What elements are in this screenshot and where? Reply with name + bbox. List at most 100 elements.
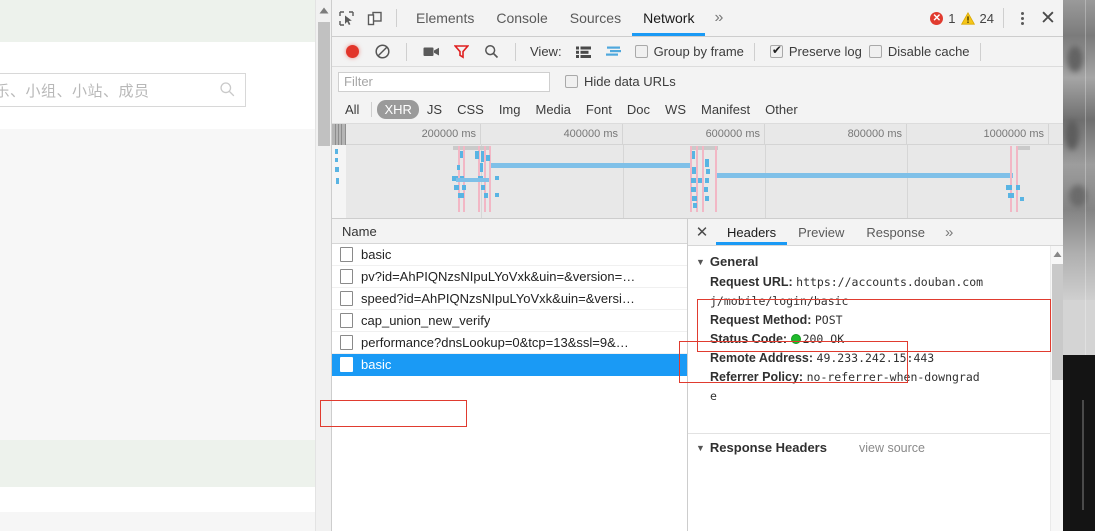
details-tabbar: ✕ Headers Preview Response » xyxy=(688,219,1063,246)
type-filter-font[interactable]: Font xyxy=(579,100,619,119)
request-url-key: Request URL: xyxy=(710,275,793,289)
type-filter-all[interactable]: All xyxy=(338,100,366,119)
request-url-value-line2: j/mobile/login/basic xyxy=(710,294,849,308)
capture-screenshots-icon[interactable] xyxy=(417,38,445,66)
checkbox-box xyxy=(769,43,783,58)
type-filter-js[interactable]: JS xyxy=(420,100,449,119)
inspect-element-icon[interactable] xyxy=(332,4,360,32)
tab-elements[interactable]: Elements xyxy=(405,0,485,36)
type-divider xyxy=(371,102,373,117)
hide-data-urls-checkbox[interactable]: Hide data URLs xyxy=(565,74,676,89)
browser-vertical-scrollbar[interactable] xyxy=(315,0,331,531)
overview-tick-3: 600000 ms xyxy=(623,124,765,145)
checkbox-box xyxy=(634,45,648,58)
remote-address-value: 49.233.242.15:443 xyxy=(816,351,935,365)
column-header-name[interactable]: Name xyxy=(332,219,687,244)
details-scrollbar[interactable] xyxy=(1050,246,1063,531)
request-url-row: Request URL: https://accounts.douban.com xyxy=(688,273,1063,292)
search-icon[interactable] xyxy=(477,38,505,66)
remote-address-key: Remote Address: xyxy=(710,351,814,365)
overview-ruler: 200000 ms 400000 ms 600000 ms 800000 ms … xyxy=(332,124,1063,145)
hide-data-urls-label: Hide data URLs xyxy=(584,74,676,89)
tab-console[interactable]: Console xyxy=(485,0,558,36)
request-name: performance?dnsLookup=0&tcp=13&ssl=9&… xyxy=(361,335,629,350)
device-toolbar-icon[interactable] xyxy=(360,4,388,32)
type-filter-ws[interactable]: WS xyxy=(658,100,693,119)
type-filter-media[interactable]: Media xyxy=(528,100,577,119)
clear-icon[interactable] xyxy=(368,38,396,66)
type-filter-manifest[interactable]: Manifest xyxy=(694,100,757,119)
warning-count: 24 xyxy=(979,10,994,26)
tab-network[interactable]: Network xyxy=(632,0,706,36)
referrer-policy-row-wrap: e xyxy=(688,387,1063,406)
request-row-4[interactable]: cap_union_new_verify xyxy=(332,310,687,332)
view-source-link[interactable]: view source xyxy=(859,441,925,455)
filter-icon[interactable] xyxy=(447,38,475,66)
close-devtools-icon[interactable]: ✕ xyxy=(1033,7,1063,30)
request-row-2[interactable]: pv?id=AhPIQNzsNIpuLYoVxk&uin=&version=… xyxy=(332,266,687,288)
request-name: pv?id=AhPIQNzsNIpuLYoVxk&uin=&version=… xyxy=(361,269,636,284)
list-view-icon[interactable] xyxy=(570,38,598,66)
scrollbar-thumb[interactable] xyxy=(318,22,330,146)
overview-left-handle[interactable] xyxy=(332,124,346,145)
filter-row: Hide data URLs xyxy=(332,67,1063,96)
page-body xyxy=(0,129,316,447)
tab-response[interactable]: Response xyxy=(855,219,936,245)
more-options-icon[interactable] xyxy=(1011,11,1033,25)
referrer-policy-key: Referrer Policy: xyxy=(710,370,804,384)
preserve-log-label: Preserve log xyxy=(788,44,862,59)
waterfall-view-icon[interactable] xyxy=(600,38,628,66)
checkbox-box xyxy=(868,45,882,58)
site-search-placeholder: 影、音乐、小组、小站、成员 xyxy=(0,83,150,100)
search-icon[interactable] xyxy=(219,81,236,98)
toolbar-divider-5 xyxy=(979,42,981,61)
request-row-6-selected[interactable]: basic xyxy=(332,354,687,376)
type-filter-doc[interactable]: Doc xyxy=(620,100,657,119)
more-tabs-icon[interactable]: » xyxy=(705,9,732,27)
tab-preview[interactable]: Preview xyxy=(787,219,855,245)
group-by-frame-checkbox[interactable]: Group by frame xyxy=(634,44,744,59)
issue-counters[interactable]: ✕ 1 24 xyxy=(930,11,996,26)
filter-input[interactable] xyxy=(338,71,550,92)
request-method-value: POST xyxy=(814,313,843,327)
general-section-header[interactable]: ▼ General xyxy=(688,252,1063,273)
request-method-key: Request Method: xyxy=(710,313,812,327)
overview-tick-1: 200000 ms xyxy=(346,124,481,145)
background-photo-strip xyxy=(1063,0,1095,531)
more-details-tabs-icon[interactable]: » xyxy=(936,224,962,241)
tab-sources[interactable]: Sources xyxy=(559,0,632,36)
type-filter-xhr[interactable]: XHR xyxy=(377,100,419,119)
page-top-green-bar xyxy=(0,0,316,42)
overview-canvas[interactable] xyxy=(332,145,1063,218)
network-overview-timeline[interactable]: 200000 ms 400000 ms 600000 ms 800000 ms … xyxy=(332,124,1063,219)
document-icon xyxy=(340,247,353,262)
tab-headers[interactable]: Headers xyxy=(716,219,788,245)
type-filter-img[interactable]: Img xyxy=(492,100,528,119)
disable-cache-checkbox[interactable]: Disable cache xyxy=(868,44,970,59)
scroll-up-arrow-icon[interactable] xyxy=(316,3,332,19)
document-icon xyxy=(340,335,353,350)
status-ok-icon xyxy=(790,334,801,344)
overview-tick-2: 400000 ms xyxy=(481,124,623,145)
request-row-3[interactable]: speed?id=AhPIQNzsNIpuLYoVxk&uin=&versi… xyxy=(332,288,687,310)
response-headers-title[interactable]: ▼ Response Headers xyxy=(696,440,827,455)
error-icon: ✕ xyxy=(930,11,944,25)
details-scrollbar-thumb[interactable] xyxy=(1052,264,1063,380)
record-button-icon[interactable] xyxy=(338,38,366,66)
request-row-5[interactable]: performance?dnsLookup=0&tcp=13&ssl=9&… xyxy=(332,332,687,354)
type-filter-css[interactable]: CSS xyxy=(450,100,491,119)
resource-type-filters: All XHR JS CSS Img Media Font Doc WS Man… xyxy=(332,96,1063,124)
background-web-page: 影、音乐、小组、小站、成员 xyxy=(0,0,316,531)
close-details-icon[interactable]: ✕ xyxy=(688,223,716,241)
status-code-key: Status Code: xyxy=(710,332,788,346)
view-label: View: xyxy=(530,44,562,59)
response-headers-section-header[interactable]: ▼ Response Headers view source xyxy=(688,434,1063,455)
request-row-1[interactable]: basic xyxy=(332,244,687,266)
preserve-log-checkbox[interactable]: Preserve log xyxy=(769,43,862,59)
toolbar-divider-3 xyxy=(515,42,516,61)
document-icon xyxy=(340,291,353,306)
devtools-panel: Elements Console Sources Network » ✕ 1 2… xyxy=(331,0,1063,531)
type-filter-other[interactable]: Other xyxy=(758,100,805,119)
overview-tick-5: 1000000 ms xyxy=(907,124,1049,145)
request-name: speed?id=AhPIQNzsNIpuLYoVxk&uin=&versi… xyxy=(361,291,635,306)
